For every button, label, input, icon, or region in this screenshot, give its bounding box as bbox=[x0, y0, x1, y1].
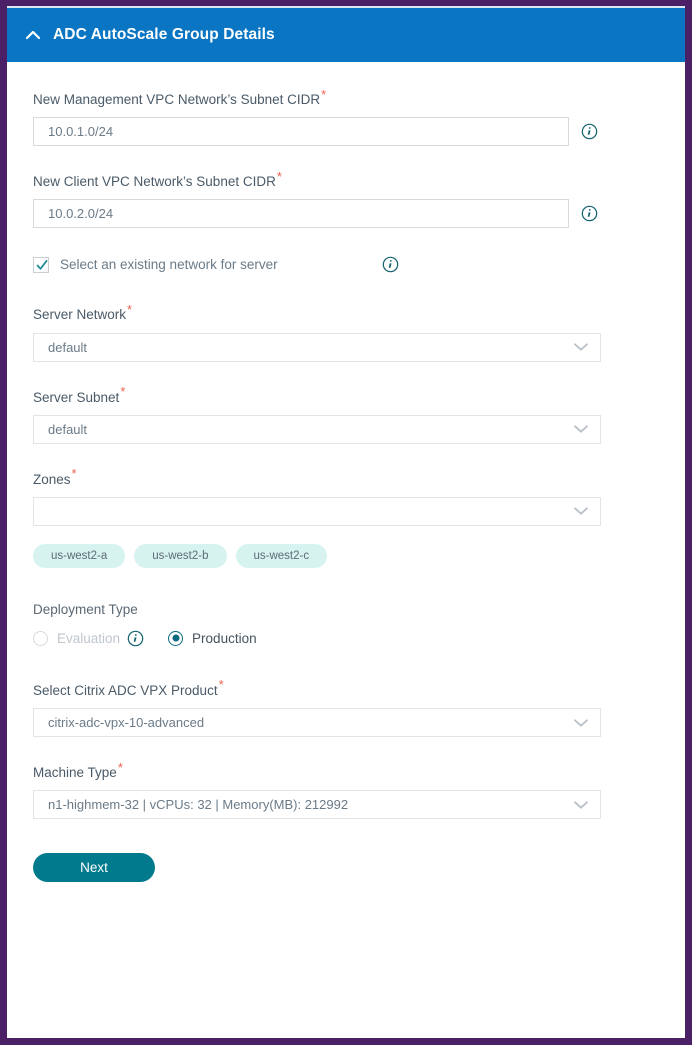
client-cidr-input[interactable] bbox=[33, 199, 569, 229]
mgmt-cidr-input[interactable] bbox=[33, 117, 569, 147]
zones-label: Zones* bbox=[33, 467, 659, 488]
server-subnet-select[interactable]: default bbox=[33, 414, 601, 444]
zones-label-text: Zones bbox=[33, 471, 71, 487]
required-asterisk: * bbox=[218, 677, 224, 693]
production-radio-dot bbox=[172, 634, 180, 642]
server-subnet-value: default bbox=[48, 421, 88, 437]
panel-body: New Management VPC Network’s Subnet CIDR… bbox=[7, 62, 685, 1038]
mgmt-cidr-input-row bbox=[33, 117, 659, 147]
field-mgmt-cidr: New Management VPC Network’s Subnet CIDR… bbox=[33, 88, 659, 147]
vpx-product-select[interactable]: citrix-adc-vpx-10-advanced bbox=[33, 708, 601, 738]
zone-chip[interactable]: us-west2-c bbox=[235, 543, 328, 568]
required-asterisk: * bbox=[276, 168, 282, 184]
field-server-network: Server Network* default bbox=[33, 303, 659, 362]
info-icon[interactable] bbox=[581, 205, 598, 222]
field-server-subnet: Server Subnet* default bbox=[33, 385, 659, 444]
existing-network-checkbox[interactable] bbox=[33, 256, 49, 273]
chevron-down-icon[interactable] bbox=[574, 343, 588, 352]
zone-chip[interactable]: us-west2-b bbox=[134, 543, 227, 568]
info-icon[interactable] bbox=[127, 630, 144, 647]
vpx-product-label-text: Select Citrix ADC VPX Product bbox=[33, 682, 218, 698]
evaluation-radio bbox=[33, 630, 48, 646]
evaluation-radio-label: Evaluation bbox=[57, 630, 121, 646]
production-radio[interactable] bbox=[168, 630, 184, 646]
check-icon bbox=[36, 259, 48, 270]
deployment-type-label: Deployment Type bbox=[33, 601, 138, 617]
server-network-select[interactable]: default bbox=[33, 332, 601, 362]
server-subnet-label: Server Subnet* bbox=[33, 385, 659, 406]
mgmt-cidr-label: New Management VPC Network’s Subnet CIDR… bbox=[33, 88, 659, 108]
production-radio-label: Production bbox=[192, 630, 257, 646]
field-client-cidr: New Client VPC Network’s Subnet CIDR* bbox=[33, 170, 659, 229]
chevron-down-icon[interactable] bbox=[574, 425, 588, 434]
zones-selected-chips: us-west2-a us-west2-b us-west2-c bbox=[33, 543, 659, 568]
server-network-value: default bbox=[48, 339, 88, 355]
panel-header[interactable]: ADC AutoScale Group Details bbox=[7, 6, 685, 62]
required-asterisk: * bbox=[127, 301, 133, 317]
field-deployment-type: Deployment Type Evaluation Production bbox=[33, 602, 659, 647]
required-asterisk: * bbox=[321, 86, 327, 102]
mgmt-cidr-label-text: New Management VPC Network’s Subnet CIDR bbox=[33, 92, 321, 107]
client-cidr-label-text: New Client VPC Network’s Subnet CIDR bbox=[33, 174, 276, 190]
server-network-label-text: Server Network bbox=[33, 307, 127, 323]
chevron-down-icon[interactable] bbox=[574, 718, 588, 727]
next-button[interactable]: Next bbox=[33, 853, 155, 883]
field-vpx-product: Select Citrix ADC VPX Product* citrix-ad… bbox=[33, 678, 659, 738]
deployment-type-radio-group: Evaluation Production bbox=[33, 630, 659, 647]
chevron-up-icon[interactable] bbox=[23, 25, 43, 45]
client-cidr-label: New Client VPC Network’s Subnet CIDR* bbox=[33, 170, 659, 190]
client-cidr-input-row bbox=[33, 199, 659, 229]
field-zones: Zones* bbox=[33, 467, 659, 526]
info-icon[interactable] bbox=[382, 256, 399, 273]
radio-option-production[interactable]: Production bbox=[168, 630, 257, 646]
machine-type-label-text: Machine Type bbox=[33, 765, 117, 781]
vpx-product-label: Select Citrix ADC VPX Product* bbox=[33, 678, 659, 699]
server-network-label: Server Network* bbox=[33, 303, 659, 323]
radio-option-evaluation: Evaluation bbox=[33, 630, 144, 647]
required-asterisk: * bbox=[71, 466, 77, 482]
machine-type-select[interactable]: n1-highmem-32 | vCPUs: 32 | Memory(MB): … bbox=[33, 790, 601, 820]
chevron-down-icon[interactable] bbox=[574, 800, 588, 809]
zones-select[interactable] bbox=[33, 496, 601, 526]
field-machine-type: Machine Type* n1-highmem-32 | vCPUs: 32 … bbox=[33, 761, 659, 820]
zone-chip[interactable]: us-west2-a bbox=[33, 543, 126, 568]
vpx-product-value: citrix-adc-vpx-10-advanced bbox=[48, 715, 205, 731]
required-asterisk: * bbox=[120, 384, 126, 400]
chevron-down-icon[interactable] bbox=[574, 507, 588, 516]
required-asterisk: * bbox=[117, 759, 123, 775]
panel-title: ADC AutoScale Group Details bbox=[53, 26, 275, 43]
server-subnet-label-text: Server Subnet bbox=[33, 389, 120, 405]
machine-type-value: n1-highmem-32 | vCPUs: 32 | Memory(MB): … bbox=[48, 797, 349, 813]
adc-autoscale-wizard-page: ADC AutoScale Group Details New Manageme… bbox=[0, 0, 692, 1045]
existing-network-checkbox-row[interactable]: Select an existing network for server bbox=[33, 256, 659, 273]
info-icon[interactable] bbox=[581, 123, 598, 140]
machine-type-label: Machine Type* bbox=[33, 761, 659, 781]
existing-network-checkbox-label: Select an existing network for server bbox=[60, 257, 278, 273]
